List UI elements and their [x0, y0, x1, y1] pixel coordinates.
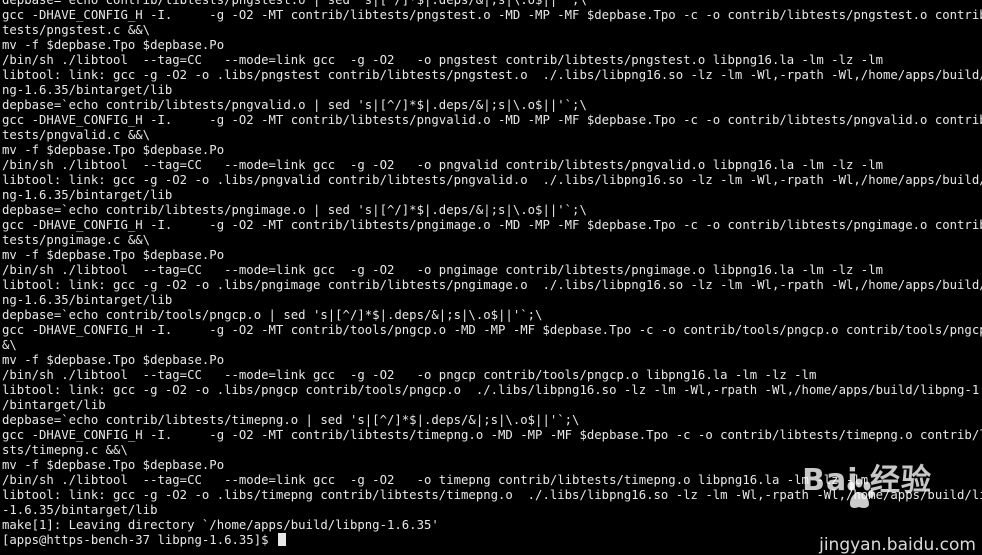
terminal-line: &\	[2, 338, 17, 352]
terminal-line: mv -f $depbase.Tpo $depbase.Po	[2, 143, 225, 157]
terminal-line: mv -f $depbase.Tpo $depbase.Po	[2, 458, 225, 472]
terminal-line: depbase=`echo contrib/libtests/timepng.o…	[2, 413, 580, 427]
terminal-line: tests/pngstest.c &&\	[2, 23, 151, 37]
terminal-line: /bin/sh ./libtool --tag=CC --mode=link g…	[2, 473, 869, 487]
terminal-line: /bin/sh ./libtool --tag=CC --mode=link g…	[2, 53, 883, 67]
terminal-line: libtool: link: gcc -g -O2 -o .libs/timep…	[2, 488, 982, 502]
terminal-line: /bin/sh ./libtool --tag=CC --mode=link g…	[2, 158, 883, 172]
terminal-line: mv -f $depbase.Tpo $depbase.Po	[2, 248, 225, 262]
terminal-window[interactable]: depbase=`echo contrib/libtests/pngstest.…	[0, 0, 982, 555]
text-cursor	[277, 533, 286, 546]
terminal-line: libtool: link: gcc -g -O2 -o .libs/pngva…	[2, 173, 982, 187]
terminal-line: depbase=`echo contrib/libtests/pngstest.…	[2, 0, 587, 7]
terminal-line: /bintarget/lib	[2, 398, 106, 412]
terminal-line: mv -f $depbase.Tpo $depbase.Po	[2, 353, 225, 367]
terminal-line: ng-1.6.35/bintarget/lib	[2, 83, 173, 97]
terminal-line: depbase=`echo contrib/libtests/pngvalid.…	[2, 98, 587, 112]
terminal-line: ng-1.6.35/bintarget/lib	[2, 293, 173, 307]
terminal-line: /bin/sh ./libtool --tag=CC --mode=link g…	[2, 368, 817, 382]
terminal-line: mv -f $depbase.Tpo $depbase.Po	[2, 38, 225, 52]
terminal-line: tests/pngvalid.c &&\	[2, 128, 151, 142]
terminal-line: depbase=`echo contrib/tools/pngcp.o | se…	[2, 308, 543, 322]
terminal-line: tests/pngimage.c &&\	[2, 233, 151, 247]
shell-prompt: [apps@https-bench-37 libpng-1.6.35]$	[2, 533, 276, 547]
terminal-line: gcc -DHAVE_CONFIG_H -I. -g -O2 -MT contr…	[2, 323, 982, 337]
terminal-line: libtool: link: gcc -g -O2 -o .libs/pngcp…	[2, 383, 982, 397]
terminal-line: -1.6.35/bintarget/lib	[2, 503, 158, 517]
terminal-line: libtool: link: gcc -g -O2 -o .libs/pngim…	[2, 278, 982, 292]
terminal-line: gcc -DHAVE_CONFIG_H -I. -g -O2 -MT contr…	[2, 113, 982, 127]
terminal-line: gcc -DHAVE_CONFIG_H -I. -g -O2 -MT contr…	[2, 428, 982, 442]
terminal-line: depbase=`echo contrib/libtests/pngimage.…	[2, 203, 587, 217]
terminal-line: sts/timepng.c &&\	[2, 443, 128, 457]
terminal-line: ng-1.6.35/bintarget/lib	[2, 188, 173, 202]
terminal-line: libtool: link: gcc -g -O2 -o .libs/pngst…	[2, 68, 982, 82]
terminal-line: make[1]: Leaving directory `/home/apps/b…	[2, 518, 439, 532]
terminal-line: gcc -DHAVE_CONFIG_H -I. -g -O2 -MT contr…	[2, 8, 982, 22]
prompt-line[interactable]: [apps@https-bench-37 libpng-1.6.35]$	[2, 533, 982, 548]
terminal-line: /bin/sh ./libtool --tag=CC --mode=link g…	[2, 263, 883, 277]
terminal-output: depbase=`echo contrib/libtests/pngstest.…	[2, 0, 982, 548]
terminal-line: gcc -DHAVE_CONFIG_H -I. -g -O2 -MT contr…	[2, 218, 982, 232]
